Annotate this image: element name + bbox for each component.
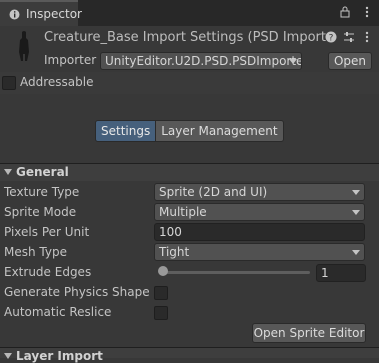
psd-asset-thumbnail-icon — [16, 30, 32, 62]
open-button[interactable]: Open — [328, 52, 372, 70]
mesh-type-dropdown[interactable]: Tight — [154, 243, 365, 261]
chevron-down-icon — [289, 59, 297, 64]
chevron-down-icon — [352, 250, 360, 255]
lock-icon[interactable] — [339, 6, 351, 18]
extrude-edges-label: Extrude Edges — [4, 265, 92, 279]
mesh-type-label: Mesh Type — [4, 245, 67, 259]
automatic-reslice-checkbox[interactable] — [154, 306, 168, 320]
extrude-edges-field[interactable]: 1 — [316, 264, 366, 282]
tab-menu-icon[interactable] — [361, 6, 373, 18]
mesh-type-value: Tight — [159, 245, 190, 259]
sprite-mode-value: Multiple — [159, 205, 207, 219]
inspector-tab[interactable]: Inspector — [0, 0, 82, 26]
extrude-edges-slider-handle[interactable] — [158, 266, 168, 276]
svg-text:?: ? — [329, 34, 334, 44]
texture-type-label: Texture Type — [4, 185, 80, 199]
importer-dropdown[interactable]: UnityEditor.U2D.PSD.PSDImporte — [100, 52, 302, 70]
importer-dropdown-value: UnityEditor.U2D.PSD.PSDImporte — [105, 54, 302, 68]
generate-physics-shape-checkbox[interactable] — [154, 286, 168, 300]
tab-settings[interactable]: Settings — [95, 120, 157, 142]
layer-import-section-title: Layer Import — [16, 349, 103, 363]
foldout-arrow-icon[interactable] — [4, 353, 12, 359]
inspector-tab-bar: Inspector — [0, 0, 379, 26]
import-settings-title: Creature_Base Import Settings (PSD Impor… — [44, 30, 326, 45]
open-sprite-editor-button[interactable]: Open Sprite Editor — [252, 323, 366, 343]
pixels-per-unit-field[interactable]: 100 — [154, 223, 365, 241]
context-menu-icon[interactable] — [361, 30, 373, 44]
sprite-mode-dropdown[interactable]: Multiple — [154, 203, 365, 221]
sprite-mode-label: Sprite Mode — [4, 205, 77, 219]
generate-physics-shape-label: Generate Physics Shape — [4, 285, 150, 299]
extrude-edges-slider-track[interactable] — [160, 271, 310, 274]
inspector-tab-label: Inspector — [26, 7, 82, 21]
texture-type-value: Sprite (2D and UI) — [159, 185, 268, 199]
chevron-down-icon — [352, 190, 360, 195]
foldout-arrow-icon[interactable] — [4, 169, 12, 175]
importer-label: Importer — [44, 53, 97, 67]
settings-toolbar: Settings Layer Management — [95, 120, 284, 142]
pixels-per-unit-label: Pixels Per Unit — [4, 225, 90, 239]
automatic-reslice-label: Automatic Reslice — [4, 305, 112, 319]
general-section-title: General — [16, 165, 69, 179]
texture-type-dropdown[interactable]: Sprite (2D and UI) — [154, 183, 365, 201]
addressable-label: Addressable — [20, 75, 94, 89]
tab-layer-management[interactable]: Layer Management — [156, 120, 284, 142]
presets-icon[interactable] — [343, 30, 355, 44]
info-icon — [9, 9, 20, 20]
help-icon[interactable]: ? — [325, 30, 337, 44]
chevron-down-icon — [352, 210, 360, 215]
addressable-checkbox[interactable] — [2, 76, 16, 90]
